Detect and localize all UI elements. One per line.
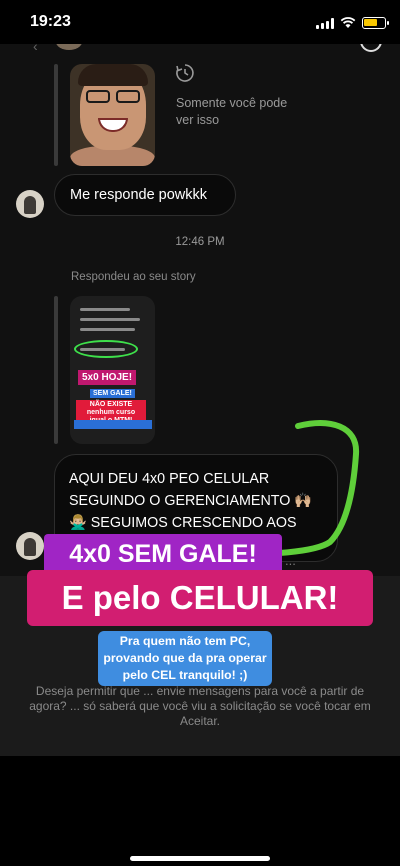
message-timestamp: 12:46 PM <box>175 236 225 248</box>
back-chevron-icon[interactable]: ‹ <box>33 44 38 54</box>
obscured-text: ... <box>285 553 296 568</box>
story-tag-misc <box>74 420 152 429</box>
status-bar: 19:23 <box>0 0 400 44</box>
sender-avatar[interactable] <box>16 532 44 560</box>
message-request-text: Deseja permitir que ... envie mensagens … <box>29 684 371 728</box>
wifi-icon <box>340 17 356 28</box>
status-time: 19:23 <box>30 13 71 30</box>
message-line: 🙅🏼‍♂️ SEGUIMOS CRESCENDO AOS <box>69 515 297 531</box>
message-line: AQUI DEU 4x0 PEO CELULAR <box>69 471 270 487</box>
cellular-signal-icon <box>316 18 334 29</box>
message-bubble[interactable]: Me responde powkkk <box>54 174 236 216</box>
sender-avatar[interactable] <box>16 190 44 218</box>
battery-icon <box>362 17 389 29</box>
story-reply-bar <box>54 64 58 166</box>
replied-to-story-label: Respondeu ao seu story <box>71 271 196 283</box>
header-avatar[interactable] <box>56 44 82 50</box>
story-reply-bar <box>54 296 58 444</box>
story-tag-gale: SEM GALE! <box>90 389 135 398</box>
headline-sticker: 4x0 SEM GALE! <box>44 534 282 574</box>
home-indicator[interactable] <box>130 856 270 861</box>
story-thumbnail-selfie[interactable] <box>70 64 155 166</box>
view-once-notice: Somente você pode ver isso <box>176 96 288 127</box>
story-thumbnail-results[interactable]: 5x0 HOJE! SEM GALE! NÃO EXISTE nenhum cu… <box>70 296 155 444</box>
story-tag-hoje: 5x0 HOJE! <box>78 370 137 385</box>
info-icon[interactable] <box>360 44 382 52</box>
message-line: SEGUINDO O GERENCIAMENTO 🙌🏼 <box>69 493 313 509</box>
caption-sticker: Pra quem não tem PC, provando que da pra… <box>98 631 272 686</box>
view-once-icon <box>176 64 194 82</box>
title-sticker: E pelo CELULAR! <box>27 570 373 626</box>
